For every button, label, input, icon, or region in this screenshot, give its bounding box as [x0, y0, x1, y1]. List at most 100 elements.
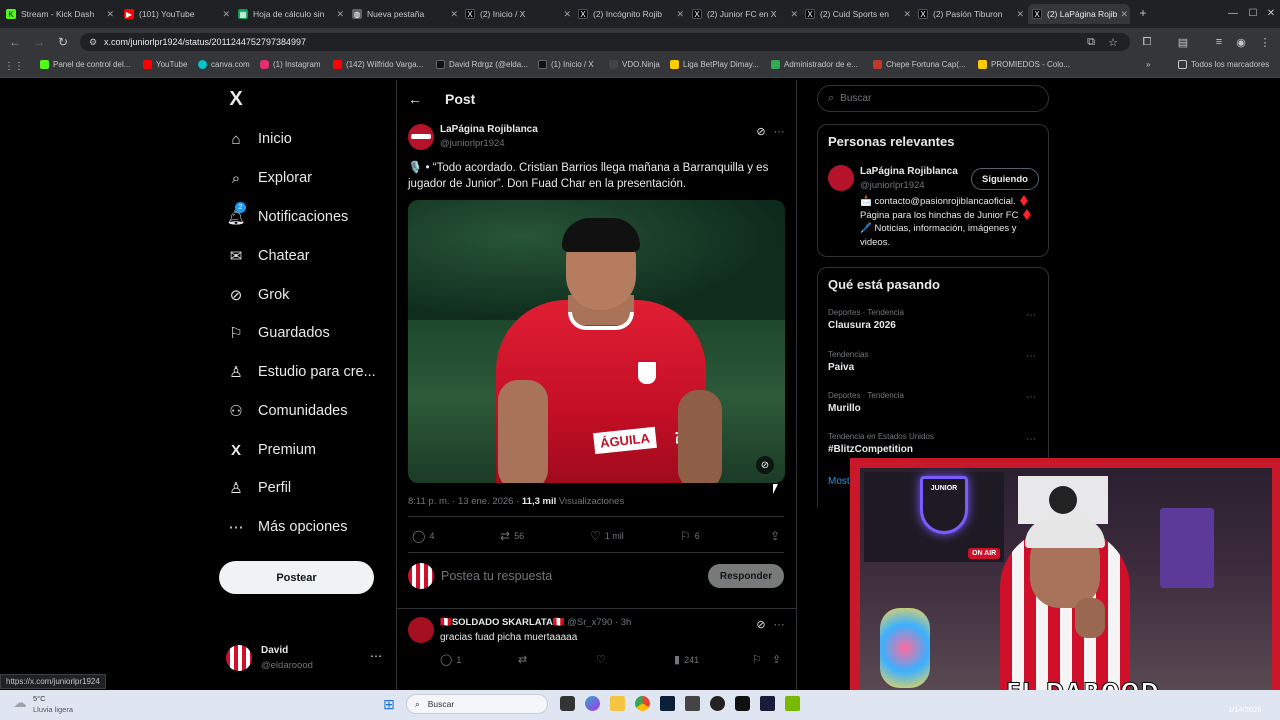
folder-icon[interactable] — [610, 696, 625, 711]
close-icon[interactable]: ✕ — [1120, 9, 1128, 20]
sidebar-item-perfil[interactable]: ♙ Perfil — [226, 478, 291, 498]
media-icon[interactable]: ≡ — [1212, 35, 1226, 49]
grok-icon[interactable]: ⊘ — [754, 617, 768, 631]
like-action[interactable]: ♡ 1 mil — [590, 529, 624, 543]
trend-item[interactable]: Deportes · Tendencia Clausura 2026 — [828, 308, 904, 331]
weather-temp[interactable]: 5°C — [33, 694, 46, 703]
following-button[interactable]: Siguiendo — [971, 168, 1039, 190]
reply-reply-action[interactable]: ◯ 1 — [440, 653, 461, 666]
close-icon[interactable]: ✕ — [676, 9, 684, 20]
author-avatar[interactable] — [408, 124, 434, 150]
bookmark-youtube[interactable]: YouTube — [143, 60, 187, 69]
bookmark-promiedos[interactable]: PROMIEDOS - Colo... — [978, 60, 1070, 69]
more-icon[interactable]: ⋯ — [772, 124, 786, 138]
author-handle[interactable]: @juniorlpr1924 — [440, 138, 505, 149]
tweet-photo[interactable]: ÁGUILA Play ⊘ — [408, 200, 785, 483]
relevant-handle[interactable]: @juniorlpr1924 — [860, 180, 925, 191]
tab-youtube[interactable]: ▶ (101) YouTube ✕ — [124, 4, 232, 24]
windows-start-icon[interactable]: ⊞ — [381, 696, 397, 712]
apps-icon[interactable]: ⋮⋮ — [4, 60, 24, 72]
tab-x-home[interactable]: X (2) Inicio / X ✕ — [465, 4, 573, 24]
x-logo-icon[interactable]: X — [226, 88, 246, 110]
more-icon[interactable]: ⋯ — [772, 617, 786, 631]
reply-input[interactable]: Postea tu respuesta — [441, 569, 552, 583]
more-icon[interactable]: ⋯ — [1026, 434, 1036, 445]
chrome-icon[interactable] — [635, 696, 650, 711]
tab-kick[interactable]: K Stream - Kick Dash ✕ — [6, 4, 116, 24]
close-icon[interactable]: ✕ — [1016, 9, 1024, 20]
task-view-icon[interactable] — [560, 696, 575, 711]
more-icon[interactable]: ⋯ — [1026, 351, 1036, 362]
close-window-icon[interactable]: ✕ — [1264, 6, 1278, 20]
sidebar-item-explorar[interactable]: ⌕ Explorar — [226, 168, 312, 188]
repost-icon[interactable]: ⇄ — [518, 653, 527, 666]
search-input[interactable]: ⌕ Buscar — [817, 85, 1049, 112]
bookmark-tiktok[interactable]: David Rdrgz (@elda... — [436, 60, 528, 69]
account-switcher[interactable]: David @eldaroood ⋯ — [222, 640, 382, 676]
reply-avatar[interactable] — [408, 617, 434, 643]
sidebar-item-comunidades[interactable]: ⚇ Comunidades — [226, 401, 347, 421]
bookmark-admin[interactable]: Administrador de e... — [771, 60, 858, 69]
relevant-name[interactable]: LaPágina Rojiblanca — [860, 166, 958, 177]
repost-action[interactable]: ⇄ 56 — [500, 529, 524, 543]
share-icon[interactable]: ⇪ — [768, 529, 782, 543]
show-more-link[interactable]: Most — [828, 476, 850, 487]
tab-pasion[interactable]: X (2) Pasión Tiburon ✕ — [918, 4, 1026, 24]
post-button[interactable]: Postear — [219, 561, 374, 594]
close-icon[interactable]: ✕ — [563, 9, 571, 20]
taskbar-search[interactable]: ⌕ Buscar — [406, 694, 548, 714]
trend-item[interactable]: Deportes · Tendencia Murillo — [828, 391, 904, 414]
tab-cuid[interactable]: X (2) Cuid Sports en ✕ — [805, 4, 913, 24]
sidebar-item-notificaciones[interactable]: 🔔︎ 2 Notificaciones — [226, 202, 348, 227]
url-bar[interactable]: x.com/juniorlpr1924/status/2011244752797… — [80, 33, 1130, 51]
weather-icon[interactable]: ☁ — [12, 695, 28, 711]
bookmark-chepe[interactable]: Chepe Fortuna Cap(... — [873, 60, 966, 69]
new-tab-icon[interactable]: + — [1136, 6, 1150, 20]
bookmark-icon[interactable]: ⚐ — [752, 653, 762, 666]
reload-icon[interactable]: ↻ — [56, 35, 70, 49]
grok-image-icon[interactable]: ⊘ — [756, 456, 774, 474]
sidebar-item-grok[interactable]: ⊘ Grok — [226, 285, 290, 305]
close-icon[interactable]: ✕ — [903, 9, 911, 20]
share-icon[interactable]: ⇪ — [772, 653, 781, 666]
close-icon[interactable]: ✕ — [336, 9, 344, 20]
close-icon[interactable]: ✕ — [222, 9, 230, 20]
bookmark-x[interactable]: (1) Inicio / X — [538, 60, 594, 69]
tab-lapagina[interactable]: X (2) LaPágina Rojib ✕ — [1028, 4, 1130, 24]
all-bookmarks[interactable]: Todos los marcadores — [1178, 60, 1269, 69]
sidebar-item-estudio[interactable]: ♙ Estudio para cre... — [226, 362, 375, 382]
bookmark-kick[interactable]: Panel de control del... — [40, 60, 130, 69]
back-arrow-icon[interactable]: ← — [406, 90, 424, 108]
tab-new[interactable]: ◍ Nueva pestaña ✕ — [352, 4, 460, 24]
bookmark-vdo[interactable]: VDO.Ninja — [609, 60, 660, 69]
sidebar-item-inicio[interactable]: ⌂ Inicio — [226, 129, 291, 149]
bookmark-instagram[interactable]: (1) Instagram — [260, 60, 321, 69]
minimize-icon[interactable]: — — [1226, 6, 1240, 20]
bookmark-action[interactable]: ⚐ 6 — [680, 529, 700, 543]
reply-action[interactable]: ◯ 4 — [412, 529, 434, 543]
menu-icon[interactable]: ⋮ — [1258, 35, 1272, 49]
sidepanel-icon[interactable]: ▤ — [1176, 35, 1190, 49]
back-icon[interactable]: ← — [8, 35, 22, 49]
tab-incognito[interactable]: X (2) Incógnito Rojib ✕ — [578, 4, 686, 24]
trend-item[interactable]: Tendencias Paiva — [828, 350, 868, 373]
copilot-icon[interactable] — [585, 696, 600, 711]
star-icon[interactable]: ☆ — [1106, 35, 1120, 49]
views-action[interactable]: ▮ 241 — [674, 653, 699, 666]
bookmarks-overflow[interactable]: » — [1146, 60, 1150, 69]
bookmark-wilfrido[interactable]: (142) Wilfrido Varga... — [333, 60, 423, 69]
extensions-icon[interactable]: ⧠ — [1140, 35, 1154, 49]
sidebar-item-mas-opciones[interactable]: ⋯ Más opciones — [226, 517, 348, 537]
close-icon[interactable]: ✕ — [450, 9, 458, 20]
weather-desc[interactable]: Lluvia ligera — [33, 705, 73, 714]
bookmark-canva[interactable]: canva.com — [198, 60, 250, 69]
tiktok-icon[interactable] — [735, 696, 750, 711]
author-name[interactable]: LaPágina Rojiblanca — [440, 124, 538, 135]
close-icon[interactable]: ✕ — [790, 9, 798, 20]
after-effects-icon[interactable] — [760, 696, 775, 711]
sidebar-item-premium[interactable]: X Premium — [226, 440, 316, 460]
maximize-icon[interactable]: ☐ — [1246, 6, 1260, 20]
profile-icon[interactable]: ◉ — [1234, 35, 1248, 49]
grok-icon[interactable]: ⊘ — [754, 124, 768, 138]
install-icon[interactable]: ⧉ — [1084, 35, 1098, 49]
